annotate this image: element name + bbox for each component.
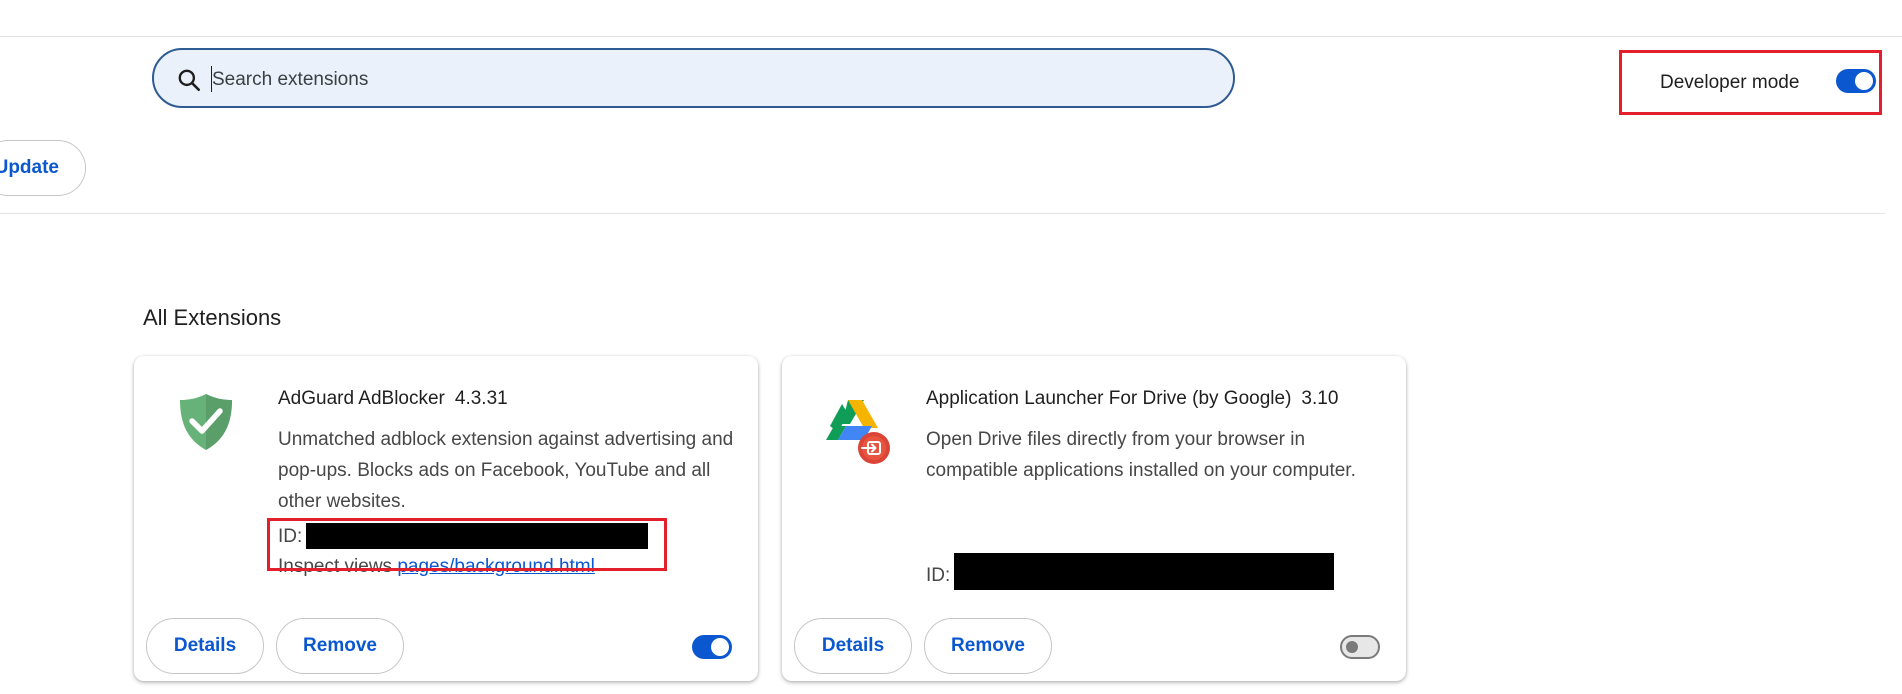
update-button[interactable]: Update	[0, 140, 86, 196]
text-caret	[211, 66, 212, 92]
redacted-id	[954, 553, 1334, 590]
id-highlight-box	[267, 518, 667, 571]
extension-title: AdGuard AdBlocker	[278, 388, 445, 409]
extension-description: Open Drive files directly from your brow…	[926, 429, 1356, 481]
remove-button[interactable]: Remove	[924, 618, 1052, 674]
toggle-knob	[711, 638, 729, 656]
search-bar[interactable]	[152, 48, 1235, 108]
adguard-shield-icon	[180, 394, 232, 450]
developer-mode-toggle[interactable]	[1836, 69, 1876, 93]
top-divider	[0, 36, 1902, 37]
extension-name: AdGuard AdBlocker 4.3.31	[278, 388, 508, 410]
extension-description: Unmatched adblock extension against adve…	[278, 429, 734, 512]
toggle-knob	[1855, 72, 1873, 90]
toolbar-divider	[0, 213, 1885, 214]
google-drive-launcher-icon	[826, 400, 890, 464]
section-title: All Extensions	[143, 305, 282, 330]
extension-enable-toggle[interactable]	[1340, 635, 1380, 659]
extension-name: Application Launcher For Drive (by Googl…	[926, 388, 1338, 410]
details-button[interactable]: Details	[146, 618, 264, 674]
extension-card-drive-launcher: Application Launcher For Drive (by Googl…	[782, 356, 1406, 681]
search-icon	[178, 69, 201, 92]
developer-mode-highlight: Developer mode	[1619, 50, 1882, 115]
extension-version: 4.3.31	[454, 388, 508, 409]
remove-button[interactable]: Remove	[276, 618, 404, 674]
toggle-knob	[1346, 641, 1358, 653]
extension-enable-toggle[interactable]	[692, 635, 732, 659]
extension-id-label: ID:	[926, 565, 951, 586]
extension-title: Application Launcher For Drive (by Googl…	[926, 388, 1292, 409]
search-input[interactable]	[210, 62, 1174, 98]
developer-mode-label: Developer mode	[1660, 72, 1800, 93]
extension-version: 3.10	[1301, 388, 1339, 409]
details-button[interactable]: Details	[794, 618, 912, 674]
